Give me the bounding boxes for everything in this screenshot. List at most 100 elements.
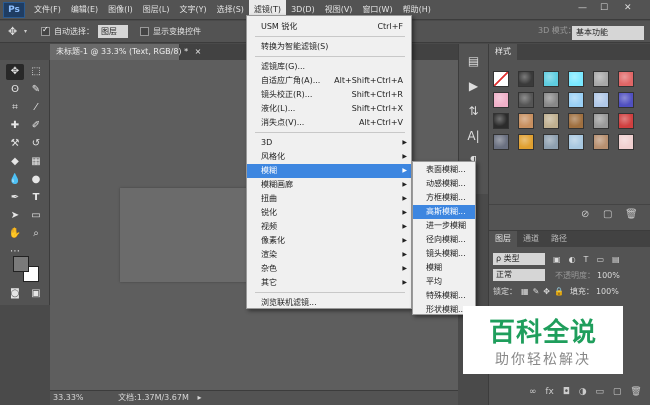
layers-tab[interactable]: 路径	[545, 231, 573, 247]
character-panel-icon[interactable]: A|	[465, 128, 483, 144]
filter-menu-item[interactable]: 其它 ▶	[247, 276, 411, 290]
workspace-dropdown[interactable]: 基本功能	[572, 26, 644, 40]
dodge-tool-icon[interactable]: ●	[27, 172, 45, 188]
style-swatch[interactable]	[593, 71, 609, 87]
lock-position-icon[interactable]: ✥	[543, 287, 550, 296]
auto-select-dropdown[interactable]: 图层	[98, 25, 129, 38]
lock-image-icon[interactable]: ✎	[533, 287, 540, 296]
style-swatch[interactable]	[543, 92, 559, 108]
filter-menu-item[interactable]: USM 锐化 Ctrl+F	[247, 20, 411, 34]
history-panel-icon[interactable]: ▤	[465, 53, 483, 69]
layers-tab[interactable]: 通道	[517, 231, 545, 247]
status-arrow-icon[interactable]: ▸	[197, 393, 201, 402]
style-swatch[interactable]	[618, 113, 634, 129]
style-swatch[interactable]	[543, 134, 559, 150]
menu-item[interactable]: 图层(L)	[138, 0, 175, 20]
eraser-tool-icon[interactable]: ◆	[6, 154, 24, 170]
blur-submenu-item[interactable]: 模糊	[413, 261, 475, 275]
blur-submenu-item[interactable]: 特殊模糊...	[413, 289, 475, 303]
close-tab-icon[interactable]: ×	[195, 47, 202, 56]
healing-brush-tool-icon[interactable]: ✚	[6, 118, 24, 134]
layer-style-icon[interactable]: fx	[545, 387, 554, 397]
blur-submenu-item[interactable]: 表面模糊...	[413, 163, 475, 177]
filter-menu-item[interactable]: 3D ▶	[247, 136, 411, 150]
delete-style-icon[interactable]: 🗑	[625, 209, 638, 220]
style-swatch[interactable]	[568, 113, 584, 129]
blur-submenu-item[interactable]: 平均	[413, 275, 475, 289]
fill-value[interactable]: 100%	[596, 287, 619, 296]
style-swatch[interactable]	[543, 113, 559, 129]
filter-type-icon[interactable]: T	[584, 255, 589, 264]
filter-pixel-icon[interactable]: ▣	[553, 255, 561, 264]
filter-menu-item[interactable]: 风格化 ▶	[247, 150, 411, 164]
filter-shape-icon[interactable]: ▭	[596, 255, 604, 264]
filter-menu-item[interactable]: 杂色 ▶	[247, 262, 411, 276]
menu-item[interactable]: 图像(I)	[103, 0, 138, 20]
style-swatch[interactable]	[618, 71, 634, 87]
menu-item[interactable]: 编辑(E)	[66, 0, 103, 20]
style-swatch[interactable]	[568, 71, 584, 87]
opacity-value[interactable]: 100%	[597, 271, 620, 280]
minimize-icon[interactable]: —	[578, 3, 587, 13]
menu-item[interactable]: 文字(Y)	[174, 0, 211, 20]
path-select-tool-icon[interactable]: ➤	[6, 208, 24, 224]
menu-item[interactable]: 文件(F)	[29, 0, 66, 20]
move-tool-icon[interactable]: ✥	[8, 25, 22, 38]
style-swatch[interactable]	[568, 92, 584, 108]
filter-menu-item[interactable]: 镜头校正(R)... Shift+Ctrl+R	[247, 88, 411, 102]
foreground-color-swatch[interactable]	[13, 256, 29, 272]
blur-submenu-item[interactable]: 进一步模糊	[413, 219, 475, 233]
filter-menu-item[interactable]: 锐化 ▶	[247, 206, 411, 220]
filter-smart-icon[interactable]: ▤	[612, 255, 620, 264]
style-swatch[interactable]	[618, 134, 634, 150]
filter-menu-item[interactable]: 自适应广角(A)... Alt+Shift+Ctrl+A	[247, 74, 411, 88]
adjustment-layer-icon[interactable]: ◑	[579, 387, 587, 397]
filter-menu-item[interactable]: 转换为智能滤镜(S)	[247, 40, 411, 54]
marquee-tool-icon[interactable]: ⬚	[27, 64, 45, 80]
lasso-tool-icon[interactable]: ʘ	[6, 82, 24, 98]
zoom-level[interactable]: 33.33%	[53, 393, 84, 402]
add-mask-icon[interactable]: ◘	[563, 387, 570, 397]
move-tool-icon[interactable]: ✥	[6, 64, 24, 80]
quick-select-tool-icon[interactable]: ✎	[27, 82, 45, 98]
new-layer-icon[interactable]: ▢	[613, 387, 622, 397]
filter-menu-item[interactable]: 浏览联机滤镜...	[247, 296, 411, 310]
style-swatch[interactable]	[568, 134, 584, 150]
properties-panel-icon[interactable]: ⇅	[465, 103, 483, 119]
new-style-icon[interactable]: ▢	[603, 209, 612, 220]
gradient-tool-icon[interactable]: ▦	[27, 154, 45, 170]
tool-preset-chevron-icon[interactable]: ▾	[24, 28, 27, 35]
link-layers-icon[interactable]: ∞	[529, 387, 537, 397]
clone-stamp-tool-icon[interactable]: ⚒	[6, 136, 24, 152]
new-group-icon[interactable]: ▭	[595, 387, 604, 397]
filter-menu-item[interactable]: 液化(L)... Shift+Ctrl+X	[247, 102, 411, 116]
tab-styles[interactable]: 样式	[489, 44, 517, 60]
style-swatch[interactable]	[518, 92, 534, 108]
blend-mode-dropdown[interactable]: 正常	[493, 269, 545, 281]
style-swatch[interactable]	[618, 92, 634, 108]
filter-adjust-icon[interactable]: ◐	[569, 255, 576, 264]
style-swatch[interactable]	[493, 134, 509, 150]
style-swatch[interactable]	[493, 92, 509, 108]
actions-play-icon[interactable]: ▶	[465, 78, 483, 94]
blur-submenu-item[interactable]: 高斯模糊...	[413, 205, 475, 219]
style-swatch[interactable]	[593, 92, 609, 108]
style-swatch[interactable]	[543, 71, 559, 87]
filter-menu-item[interactable]: 渲染 ▶	[247, 248, 411, 262]
lock-transparent-icon[interactable]: ▦	[521, 287, 529, 296]
rectangle-tool-icon[interactable]: ▭	[27, 208, 45, 224]
style-swatch[interactable]	[593, 113, 609, 129]
clear-style-icon[interactable]: ⊘	[581, 209, 589, 220]
style-swatch[interactable]	[518, 113, 534, 129]
history-brush-tool-icon[interactable]: ↺	[27, 136, 45, 152]
show-transform-checkbox[interactable]	[140, 27, 150, 36]
quick-mask-icon[interactable]: ◙	[6, 286, 24, 302]
filter-menu-item[interactable]: 视频 ▶	[247, 220, 411, 234]
filter-menu-item[interactable]: 滤镜库(G)...	[247, 60, 411, 74]
filter-menu-item[interactable]: 扭曲 ▶	[247, 192, 411, 206]
blur-submenu-item[interactable]: 径向模糊...	[413, 233, 475, 247]
layers-tab[interactable]: 图层	[489, 231, 517, 247]
pen-tool-icon[interactable]: ✒	[6, 190, 24, 206]
maximize-icon[interactable]: ☐	[600, 3, 608, 13]
style-swatch[interactable]	[493, 71, 509, 87]
